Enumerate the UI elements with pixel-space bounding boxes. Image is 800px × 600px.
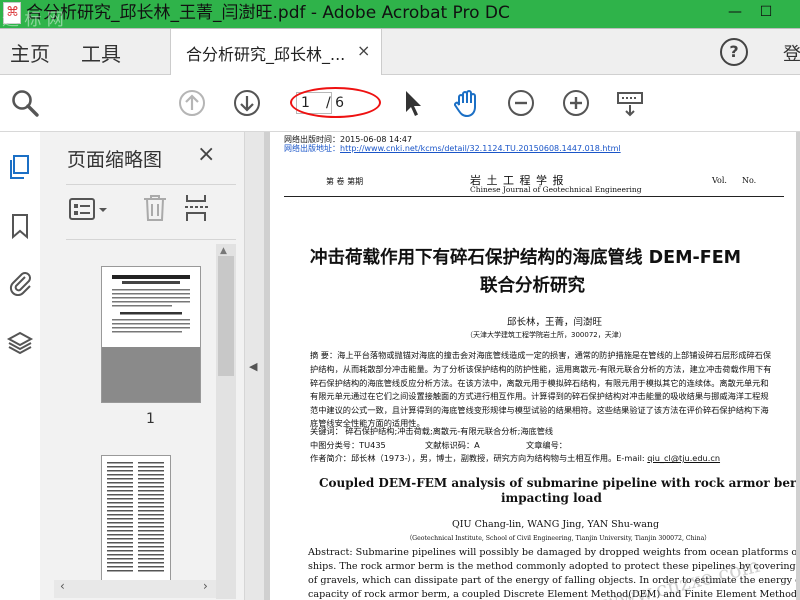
- title-en-line-1: Coupled DEM-FEM analysis of submarine pi…: [319, 476, 796, 490]
- window-controls: — ☐: [717, 0, 800, 28]
- maximize-button[interactable]: ☐: [753, 0, 779, 28]
- title-zh-line-1: 冲击荷载作用下有碎石保护结构的海底管线 DEM-FEM: [310, 248, 742, 268]
- left-navigation-rail: [0, 132, 41, 600]
- minimize-button[interactable]: —: [722, 0, 748, 28]
- select-cursor-icon[interactable]: [398, 88, 428, 118]
- number-label: No.: [742, 176, 757, 185]
- scrollbar-thumb[interactable]: [218, 256, 234, 376]
- thumbnail-options-icon[interactable]: [68, 196, 112, 224]
- affiliation-zh: （天津大学建筑工程学院岩土所，300072，天津）: [466, 331, 626, 339]
- watermark-top-left: 道 标 网: [2, 10, 64, 30]
- bookmarks-icon[interactable]: [6, 212, 34, 240]
- keywords-zh: 关键词： 碎石保护结构;冲击荷载;离散元-有限元联合分析;海底管线: [310, 426, 554, 436]
- thumbnail-page-1[interactable]: [101, 266, 201, 403]
- volume-label: Vol.: [712, 176, 727, 185]
- document-page[interactable]: 网络出版时间：2015-06-08 14:47 网络出版地址：http://ww…: [270, 132, 796, 600]
- scroll-up-arrow-icon[interactable]: ▲: [220, 246, 227, 256]
- author-intro-text: 作者简介：邱长林（1973-），男，博士，副教授，研究方向为结构物与土相互作用。…: [310, 453, 648, 463]
- insert-page-icon[interactable]: [183, 193, 213, 223]
- author-email-link[interactable]: qiu_cl@tju.edu.cn: [647, 453, 720, 463]
- previous-page-icon[interactable]: [177, 88, 207, 118]
- publish-url-label: 网络出版地址：: [284, 144, 340, 153]
- collapse-arrow-icon[interactable]: ◀: [249, 360, 257, 373]
- red-annotation-oval: [290, 87, 381, 118]
- article-number: 文章编号：: [526, 440, 567, 450]
- header-rule: [284, 196, 784, 197]
- authors-zh: 邱长林，王菁，闫澍旺: [507, 317, 603, 328]
- abstract-zh-line: 范中建议的公式一致，且计算得到的海底管线变形规律与模型试验的结果相符。这些结果验…: [310, 405, 769, 415]
- scroll-left-arrow-icon[interactable]: ‹: [60, 579, 65, 593]
- tab-tools[interactable]: 工具: [81, 38, 121, 67]
- window-title: 合分析研究_邱长林_王菁_闫澍旺.pdf - Adobe Acrobat Pro…: [26, 3, 510, 23]
- abstract-zh-line: 摘 要：海上平台落物或抛锚对海底的撞击会对海底管线造成一定的损害，通常的防护措施…: [310, 350, 772, 360]
- author-intro: 作者简介：邱长林（1973-），男，博士，副教授，研究方向为结构物与土相互作用。…: [310, 452, 720, 464]
- delete-page-icon[interactable]: [141, 193, 169, 223]
- thumbnail-page-2[interactable]: [101, 455, 171, 585]
- thumbnails-panel-title: 页面缩略图: [67, 149, 163, 171]
- title-en-line-2: impacting load: [501, 491, 602, 505]
- tab-home[interactable]: 主页: [10, 38, 50, 67]
- close-panel-icon[interactable]: ×: [197, 142, 215, 167]
- abstract-en-line: Abstract: Submarine pipelines will possi…: [308, 547, 796, 558]
- search-zoom-icon[interactable]: [10, 88, 40, 118]
- attachments-icon[interactable]: [6, 268, 34, 296]
- issue-label: 第 卷 第期: [326, 177, 364, 186]
- thumbnail-page-2-preview: [107, 462, 164, 572]
- close-tab-icon[interactable]: ×: [357, 41, 370, 60]
- zoom-out-icon[interactable]: [506, 88, 536, 118]
- thumbnails-horizontal-scrollbar[interactable]: [54, 580, 216, 598]
- thumbnail-page-1-preview: [102, 275, 200, 402]
- publish-url-row: 网络出版地址：http://www.cnki.net/kcms/detail/3…: [284, 143, 621, 154]
- abstract-zh-line: 碎石保护结构的海底管线反应分析方法。在该方法中，离散元用于模拟碎石结构，有限元用…: [310, 378, 769, 388]
- hand-tool-icon[interactable]: [452, 88, 482, 118]
- thumbnail-page-number: 1: [146, 411, 155, 427]
- abstract-en-line: capacity of rock armor berm, a coupled D…: [308, 589, 796, 600]
- authors-en: QIU Chang-lin, WANG Jing, YAN Shu-wang: [452, 519, 660, 530]
- class-number: 中图分类号：TU435: [310, 440, 386, 450]
- zoom-in-icon[interactable]: [561, 88, 591, 118]
- page-display-icon[interactable]: [615, 88, 645, 118]
- title-zh-line-2: 联合分析研究: [480, 276, 585, 296]
- layers-icon[interactable]: [6, 329, 34, 357]
- next-page-icon[interactable]: [232, 88, 262, 118]
- scroll-right-arrow-icon[interactable]: ›: [203, 579, 208, 593]
- publish-url-link[interactable]: http://www.cnki.net/kcms/detail/32.1124.…: [340, 144, 621, 153]
- tab-document-label: 合分析研究_邱长林_...: [186, 45, 346, 64]
- document-code: 文献标识码：A: [425, 440, 480, 450]
- tab-document[interactable]: 合分析研究_邱长林_... ×: [170, 29, 382, 75]
- help-icon[interactable]: ?: [720, 38, 748, 66]
- affiliation-en: （Geotechnical Institute, School of Civil…: [406, 535, 711, 542]
- journal-name-en: Chinese Journal of Geotechnical Engineer…: [470, 185, 642, 194]
- abstract-zh-line: 护结构，从而耗散部分冲击能量。为了分析该保护结构的防护性能，运用离散元-有限元联…: [310, 364, 772, 374]
- sign-in-label[interactable]: 登: [783, 40, 800, 66]
- tab-bar: 主页 工具 合分析研究_邱长林_... ×: [0, 29, 800, 75]
- page-thumbnails-icon[interactable]: [6, 153, 34, 181]
- abstract-zh-line: 有限元单元通过在它们之间设置接触面的方式进行相互作用。计算得到的碎石保护结构对冲…: [310, 391, 769, 401]
